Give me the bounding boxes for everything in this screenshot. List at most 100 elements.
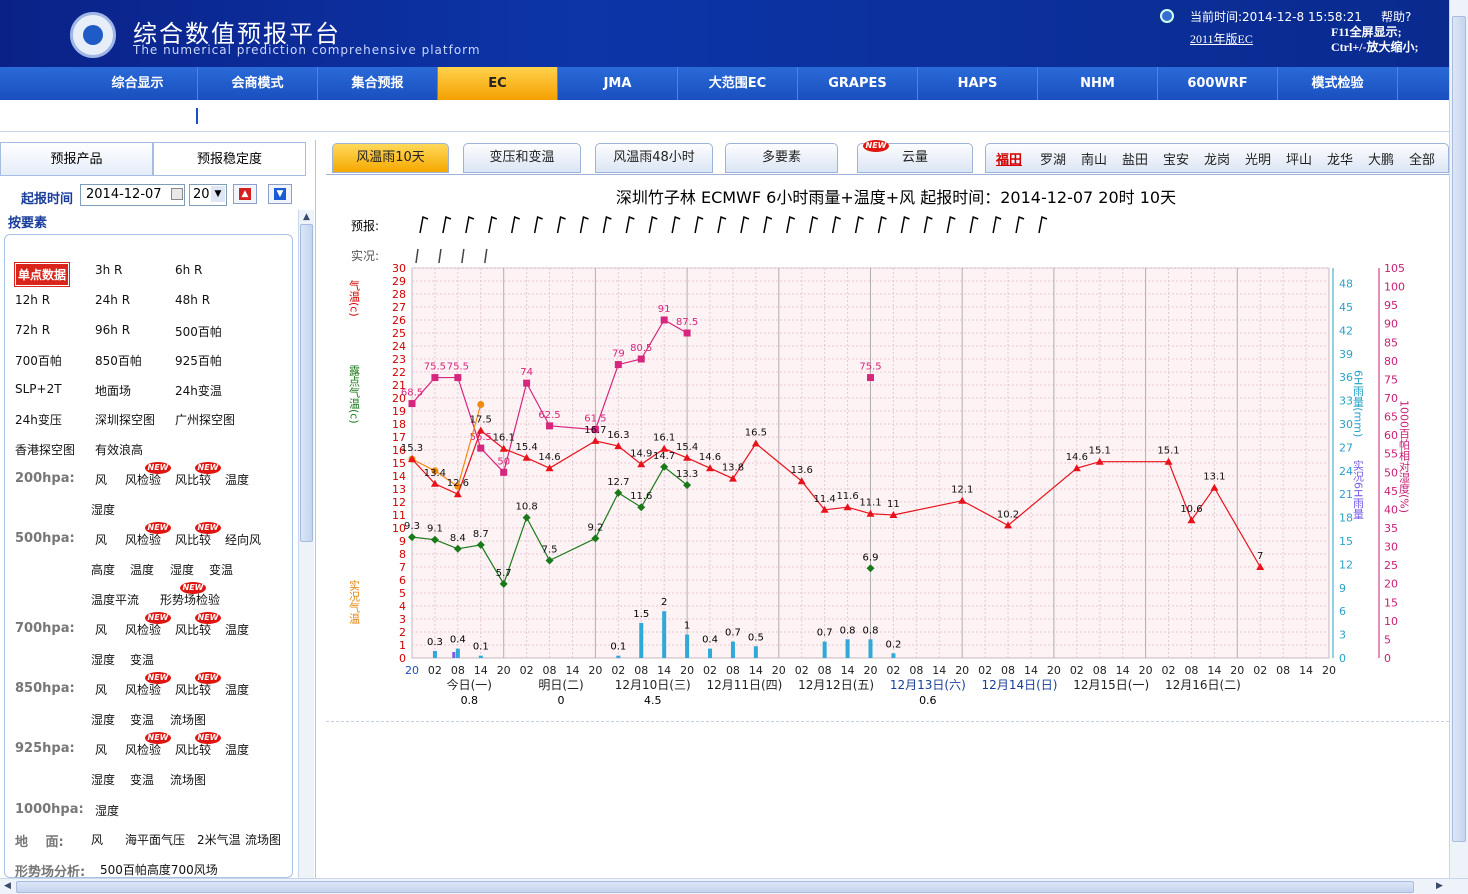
page-horizontal-scrollbar[interactable]: ◀ ▶	[0, 878, 1468, 894]
element-link[interactable]: 24h R	[95, 293, 130, 307]
element-link[interactable]: 风	[95, 621, 107, 638]
element-link[interactable]: 流场图	[245, 831, 281, 848]
element-link[interactable]: 湿度	[91, 501, 115, 518]
element-link[interactable]: 850百帕	[95, 352, 142, 369]
element-link[interactable]: 6h R	[175, 263, 202, 277]
element-link[interactable]: 12h R	[15, 293, 50, 307]
station-link[interactable]: 全部	[1409, 149, 1435, 168]
element-link[interactable]: 湿度	[95, 802, 119, 819]
nav-item[interactable]: JMA	[558, 67, 678, 100]
station-link[interactable]: 罗湖	[1040, 149, 1066, 168]
nav-item[interactable]: GRAPES	[798, 67, 918, 100]
nav-item[interactable]: 综合显示	[78, 67, 198, 100]
nav-item[interactable]: EC	[438, 67, 558, 100]
product-tab[interactable]: 多要素	[725, 143, 838, 173]
rain-label: 0.2	[885, 639, 901, 650]
element-link[interactable]: 500百帕	[175, 323, 222, 340]
chevron-down-icon[interactable]: ▼	[211, 186, 225, 202]
rain-tick: 12	[1339, 558, 1353, 571]
product-tab[interactable]: 变压和变温	[463, 143, 581, 173]
nav-item[interactable]: 大范围EC	[678, 67, 798, 100]
element-link[interactable]: 香港探空图	[15, 441, 75, 458]
element-link[interactable]: 变温	[130, 771, 154, 788]
element-link[interactable]: 广州探空图	[175, 411, 235, 428]
station-link[interactable]: 盐田	[1122, 149, 1148, 168]
product-tab[interactable]: 风温雨48小时	[595, 143, 713, 173]
nav-item[interactable]: 模式检验	[1278, 67, 1398, 100]
element-link[interactable]: 单点数据	[15, 263, 70, 286]
station-link[interactable]: 南山	[1081, 149, 1107, 168]
tab-forecast-stability[interactable]: 预报稳定度	[153, 142, 306, 176]
element-link[interactable]: 风	[95, 681, 107, 698]
element-link[interactable]: 风	[91, 831, 103, 848]
element-link[interactable]: 925百帕	[175, 352, 222, 369]
station-link[interactable]: 宝安	[1163, 149, 1189, 168]
scroll-right-icon[interactable]: ▶	[1432, 879, 1447, 894]
rh-tick: 15	[1384, 596, 1398, 609]
element-link[interactable]: 温度	[225, 741, 249, 758]
element-link[interactable]: 2米气温	[197, 831, 241, 848]
nav-item[interactable]: 集合预报	[318, 67, 438, 100]
station-link[interactable]: 大鹏	[1368, 149, 1394, 168]
page-vertical-scrollbar[interactable]	[1449, 0, 1468, 878]
element-link[interactable]: 流场图	[170, 771, 206, 788]
rain-label: 1.5	[633, 609, 649, 620]
element-link[interactable]: 地面场	[95, 382, 131, 399]
element-link[interactable]: 有效浪高	[95, 441, 143, 458]
product-tab[interactable]: 风温雨10天	[332, 143, 449, 173]
element-link[interactable]: 24h变温	[175, 382, 222, 399]
tab-forecast-products[interactable]: 预报产品	[0, 142, 153, 176]
calendar-icon[interactable]	[171, 188, 183, 200]
temp-tick: 15	[392, 457, 406, 470]
element-link[interactable]: 变温	[130, 711, 154, 728]
element-link[interactable]: 经向风	[225, 531, 261, 548]
element-link[interactable]: 48h R	[175, 293, 210, 307]
element-link[interactable]: 风	[95, 741, 107, 758]
station-link[interactable]: 龙岗	[1204, 149, 1230, 168]
element-link[interactable]: 流场图	[170, 711, 206, 728]
station-link[interactable]: 光明	[1245, 149, 1271, 168]
station-link[interactable]: 坪山	[1286, 149, 1312, 168]
element-link[interactable]: 湿度	[91, 771, 115, 788]
sidebar-scrollbar[interactable]: ▲	[298, 210, 314, 878]
element-link[interactable]: SLP+2T	[15, 382, 62, 396]
init-date-input[interactable]: 2014-12-07	[80, 184, 185, 206]
element-link[interactable]: 风	[95, 531, 107, 548]
scroll-up-icon[interactable]: ▲	[299, 210, 314, 225]
element-link[interactable]: 深圳探空图	[95, 411, 155, 428]
element-link[interactable]: 温度	[130, 561, 154, 578]
day-label: 今日(一)	[447, 677, 492, 692]
nav-item[interactable]: 600WRF	[1158, 67, 1278, 100]
nav-item[interactable]: 会商模式	[198, 67, 318, 100]
element-link[interactable]: 变温	[209, 561, 233, 578]
element-link[interactable]: 温度平流	[91, 591, 139, 608]
element-link[interactable]: 湿度	[91, 711, 115, 728]
temperature-label: 16.7	[584, 425, 606, 436]
scroll-left-icon[interactable]: ◀	[0, 879, 15, 894]
element-link[interactable]: 温度	[225, 621, 249, 638]
nav-item[interactable]: HAPS	[918, 67, 1038, 100]
version-link[interactable]: 2011年版EC	[1190, 30, 1253, 47]
nav-item[interactable]: NHM	[1038, 67, 1158, 100]
station-link[interactable]: 龙华	[1327, 149, 1353, 168]
element-link[interactable]: 湿度	[170, 561, 194, 578]
prev-run-button[interactable]: ▲	[233, 184, 257, 204]
element-link[interactable]: 湿度	[91, 651, 115, 668]
element-link[interactable]: 高度	[91, 561, 115, 578]
element-link[interactable]: 500百帕高度700风场	[100, 861, 218, 877]
station-link[interactable]: 福田	[996, 149, 1022, 168]
element-link[interactable]: 3h R	[95, 263, 122, 277]
next-run-button[interactable]: ▼	[268, 184, 292, 204]
page-vertical-thumb[interactable]	[1452, 16, 1466, 842]
sidebar-scroll-thumb[interactable]	[300, 224, 313, 542]
element-link[interactable]: 温度	[225, 681, 249, 698]
element-link[interactable]: 96h R	[95, 323, 130, 337]
page-horizontal-thumb[interactable]	[16, 881, 1414, 893]
element-link[interactable]: 700百帕	[15, 352, 62, 369]
element-link[interactable]: 72h R	[15, 323, 50, 337]
element-link[interactable]: 风	[95, 471, 107, 488]
element-link[interactable]: 温度	[225, 471, 249, 488]
element-link[interactable]: 24h变压	[15, 411, 62, 428]
element-link[interactable]: 变温	[130, 651, 154, 668]
element-link[interactable]: 海平面气压	[125, 831, 185, 848]
